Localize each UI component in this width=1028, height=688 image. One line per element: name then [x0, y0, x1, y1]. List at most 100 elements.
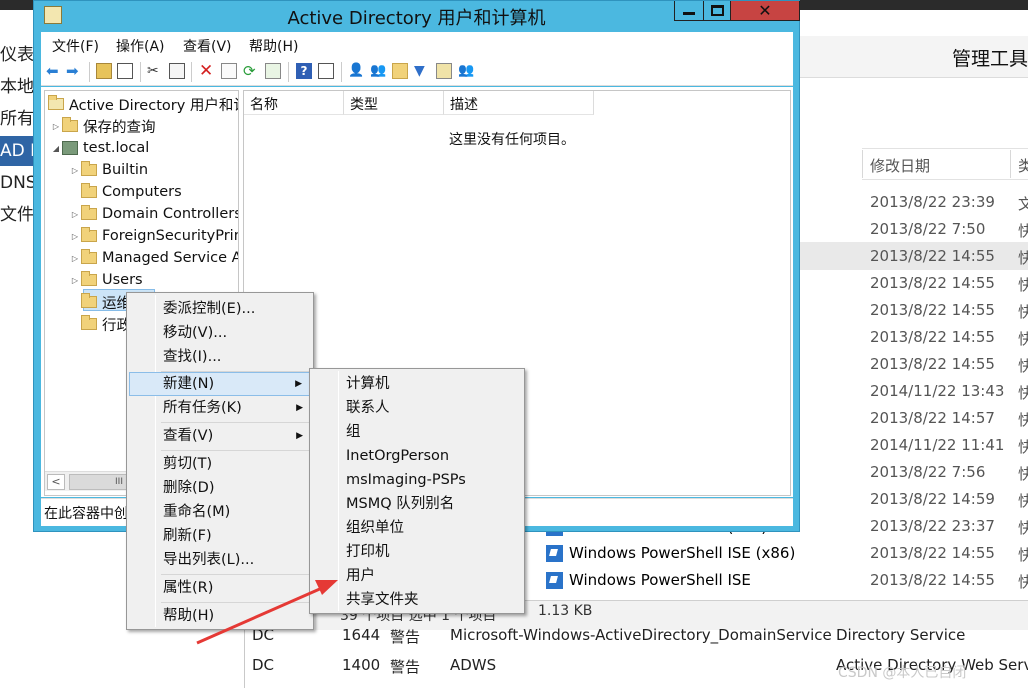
close-button[interactable]: ✕: [730, 1, 800, 21]
status-text: 在此容器中创建一个新的对象。: [44, 506, 134, 522]
menu-action[interactable]: 操作(A): [116, 36, 165, 56]
submenu-item-inetorgperson[interactable]: InetOrgPerson: [312, 444, 522, 468]
menu-item-delegate-control[interactable]: 委派控制(E)...: [129, 297, 311, 321]
menu-item-delete[interactable]: 删除(D): [129, 476, 311, 500]
submenu-item-ou[interactable]: 组织单位: [312, 516, 522, 540]
explorer-row-date: 2013/8/22 14:59: [870, 490, 995, 508]
menu-item-refresh[interactable]: 刷新(F): [129, 524, 311, 548]
scroll-left-icon[interactable]: <: [47, 474, 65, 490]
menu-item-cut[interactable]: 剪切(T): [129, 452, 311, 476]
submenu-arrow-icon: ▶: [296, 431, 303, 441]
menu-item-rename[interactable]: 重命名(M): [129, 500, 311, 524]
maximize-icon: [710, 5, 724, 16]
expand-arrow-icon[interactable]: ▷: [69, 254, 81, 263]
menu-separator: [161, 422, 309, 423]
submenu-item-msimaging-psps[interactable]: msImaging-PSPs: [312, 468, 522, 492]
menu-item-move[interactable]: 移动(V)...: [129, 321, 311, 345]
explorer-row-date: 2013/8/22 14:55: [870, 247, 995, 265]
toolbar-separator: [288, 62, 289, 82]
filter-icon[interactable]: ▼: [414, 63, 430, 79]
menu-item-find[interactable]: 查找(I)...: [129, 345, 311, 369]
tree-root[interactable]: Active Directory 用户和计算机: [48, 93, 238, 115]
expand-arrow-icon[interactable]: ▷: [69, 210, 81, 219]
explorer-row-type: 快: [1018, 438, 1028, 456]
column-modified-date[interactable]: 修改日期: [870, 155, 930, 176]
menu-item-export-list[interactable]: 导出列表(L)...: [129, 548, 311, 572]
explorer-row-date: 2013/8/22 7:56: [870, 463, 986, 481]
menu-item-view[interactable]: 查看(V) ▶: [129, 424, 311, 448]
tree-node-domain-controllers[interactable]: ▷ Domain Controllers: [69, 203, 238, 225]
submenu-item-user[interactable]: 用户: [312, 564, 522, 588]
submenu-item-computer[interactable]: 计算机: [312, 372, 522, 396]
tree-node-computers[interactable]: Computers: [69, 181, 182, 203]
minimize-button[interactable]: [674, 1, 704, 21]
column-type[interactable]: 类: [1018, 155, 1028, 176]
submenu-item-msmq-alias[interactable]: MSMQ 队列别名: [312, 492, 522, 516]
show-tree-icon[interactable]: [117, 63, 133, 79]
menu-item-new[interactable]: 新建(N) ▶: [129, 372, 311, 396]
file-item[interactable]: Windows PowerShell ISE: [546, 571, 751, 589]
submenu-item-printer[interactable]: 打印机: [312, 540, 522, 564]
forward-icon[interactable]: ➡: [66, 63, 82, 79]
expand-arrow-icon[interactable]: ▷: [69, 232, 81, 241]
tree-node-builtin[interactable]: ▷ Builtin: [69, 159, 148, 181]
view-icon[interactable]: [318, 63, 334, 79]
delete-icon[interactable]: ✕: [199, 63, 215, 80]
cut-icon[interactable]: ✂: [147, 63, 163, 79]
column-divider: [1010, 150, 1011, 178]
toolbar-separator: [191, 62, 192, 82]
tree-node-foreign-security[interactable]: ▷ ForeignSecurityPrincipals: [69, 225, 238, 247]
folder-icon: [81, 227, 97, 242]
maximize-button[interactable]: [703, 1, 731, 21]
collapse-arrow-icon[interactable]: ◢: [50, 144, 62, 153]
new-group-icon[interactable]: 👥: [370, 63, 386, 79]
explorer-row-type: 快: [1018, 276, 1028, 294]
up-folder-icon[interactable]: [96, 63, 112, 79]
menu-separator: [161, 450, 309, 451]
column-type[interactable]: 类型: [344, 91, 444, 115]
domain-icon: [62, 141, 78, 155]
title-bar[interactable]: Active Directory 用户和计算机 ✕: [34, 1, 800, 31]
help-icon[interactable]: ?: [296, 63, 312, 79]
explorer-row-type: 文: [1018, 195, 1028, 213]
new-user-icon[interactable]: 👤: [348, 63, 364, 79]
menu-item-properties[interactable]: 属性(R): [129, 576, 311, 600]
menu-bar: 文件(F) 操作(A) 查看(V) 帮助(H): [41, 32, 793, 58]
menu-item-help[interactable]: 帮助(H): [129, 604, 311, 628]
column-description[interactable]: 描述: [444, 91, 594, 115]
properties-icon[interactable]: [221, 63, 237, 79]
expand-arrow-icon[interactable]: ▷: [69, 166, 81, 175]
refresh-icon[interactable]: ⟳: [243, 63, 259, 79]
submenu-item-group[interactable]: 组: [312, 420, 522, 444]
folder-icon: [81, 249, 97, 264]
menu-file[interactable]: 文件(F): [52, 36, 99, 56]
tree-node-users[interactable]: ▷ Users: [69, 269, 143, 291]
export-icon[interactable]: [265, 63, 281, 79]
menu-help[interactable]: 帮助(H): [249, 36, 298, 56]
explorer-header: 管理工具: [800, 36, 1028, 78]
back-icon[interactable]: ⬅: [46, 63, 62, 79]
event-row[interactable]: DC 1400 警告 ADWS Active Directory Web Ser…: [252, 656, 1028, 676]
file-item[interactable]: Windows PowerShell ISE (x86): [546, 544, 795, 562]
add-to-group-icon[interactable]: 👥: [458, 63, 474, 79]
find-icon[interactable]: [436, 63, 452, 79]
column-name[interactable]: 名称: [244, 91, 344, 115]
toolbar-separator: [341, 62, 342, 82]
explorer-row-date: 2013/8/22 14:55: [870, 355, 995, 373]
new-ou-icon[interactable]: [392, 63, 408, 79]
submenu-item-shared-folder[interactable]: 共享文件夹: [312, 588, 522, 612]
menu-item-all-tasks[interactable]: 所有任务(K) ▶: [129, 396, 311, 420]
menu-view[interactable]: 查看(V): [183, 36, 232, 56]
toolbar: ⬅ ➡ ✂ ✕ ⟳ ? 👤 👥 ▼ 👥: [41, 58, 793, 86]
folder-icon: [81, 161, 97, 176]
submenu-item-contact[interactable]: 联系人: [312, 396, 522, 420]
paste-icon[interactable]: [169, 63, 185, 79]
expand-arrow-icon[interactable]: ▷: [50, 122, 62, 131]
toolbar-separator: [140, 62, 141, 82]
explorer-row-type: 快: [1018, 222, 1028, 240]
tree-domain[interactable]: ◢ test.local: [50, 137, 149, 159]
tree-node-managed-service[interactable]: ▷ Managed Service Accounts: [69, 247, 238, 269]
tree-saved-queries[interactable]: ▷ 保存的查询: [50, 115, 156, 137]
folder-icon: [81, 183, 97, 198]
expand-arrow-icon[interactable]: ▷: [69, 276, 81, 285]
